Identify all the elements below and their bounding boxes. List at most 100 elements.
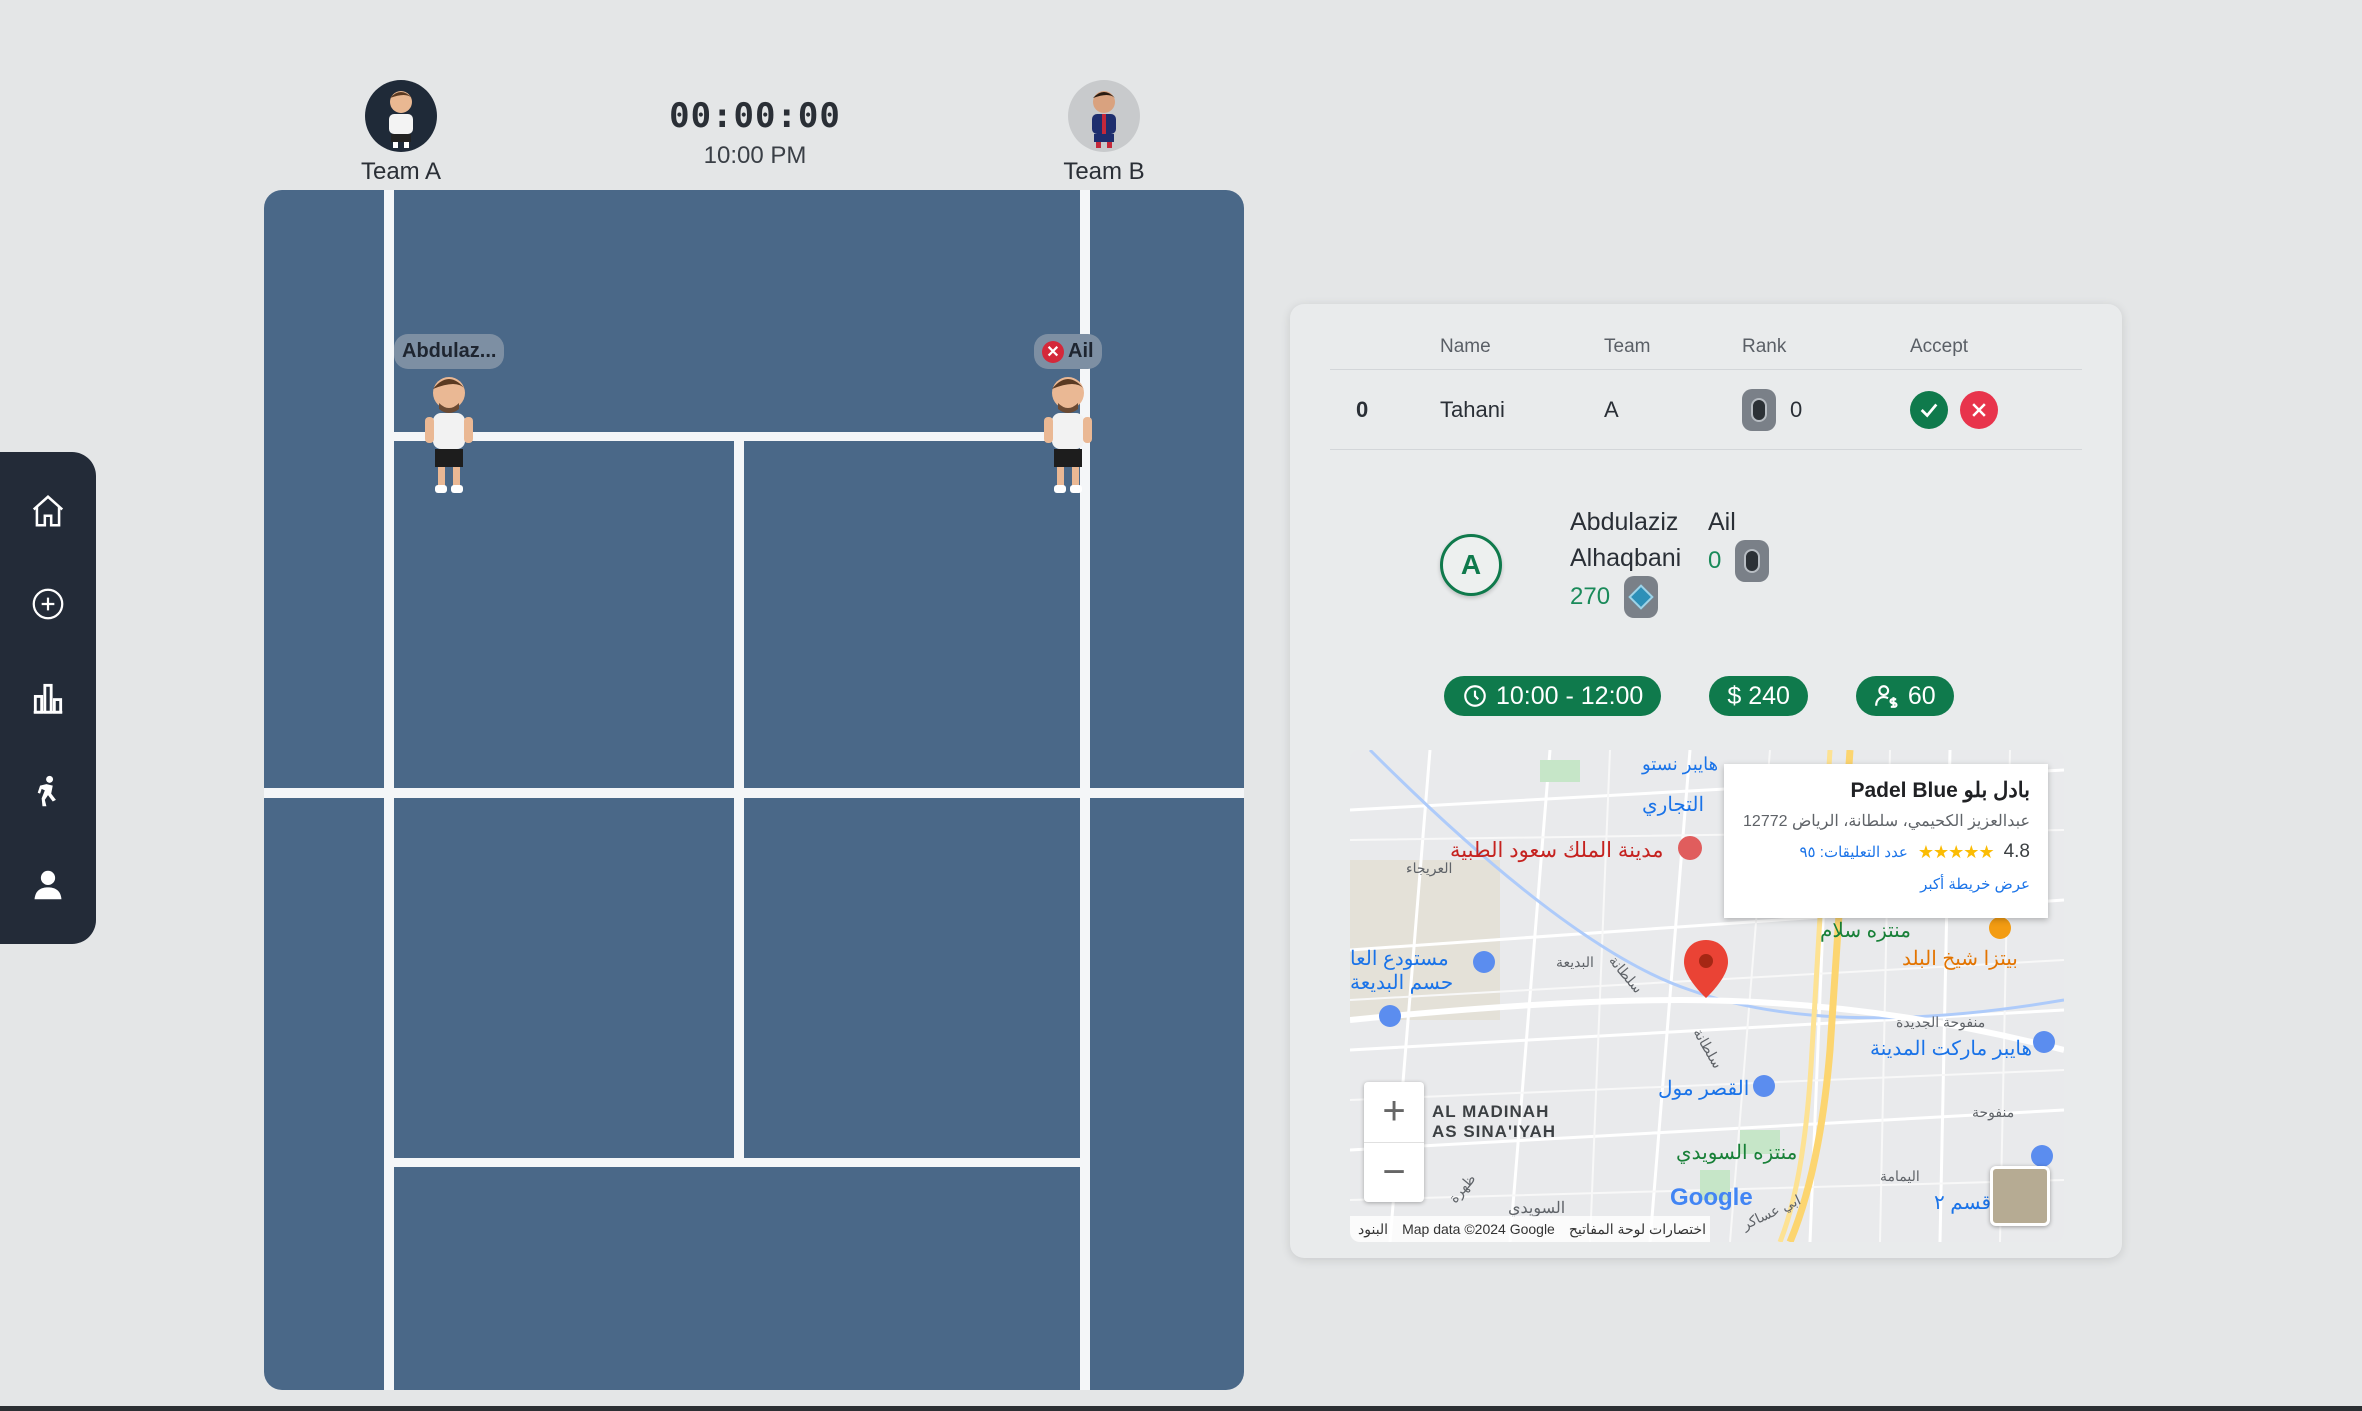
match-details-panel: Name Team Rank Accept 0 Tahani A 0 A Abd… bbox=[1290, 304, 2122, 1258]
zoom-out-button[interactable]: − bbox=[1364, 1143, 1424, 1203]
time-range: 10:00 - 12:00 bbox=[1496, 681, 1644, 710]
map-label-pizza: بيتزا شيخ البلد bbox=[1902, 948, 2018, 970]
map-label-hyper: هايبر ماركت المدينة bbox=[1870, 1038, 2033, 1060]
team-b-avatar[interactable] bbox=[1068, 80, 1140, 152]
player-tag: Abdulaz... bbox=[394, 334, 505, 369]
reviews-link[interactable]: عدد التعليقات: ٩٥ bbox=[1799, 843, 1907, 861]
row-index: 0 bbox=[1356, 396, 1369, 422]
rating-value: 4.8 bbox=[2003, 841, 2030, 862]
sidebar-item-profile[interactable] bbox=[20, 857, 76, 913]
match-timer: 00:00:00 10:00 PM bbox=[640, 96, 870, 170]
member-1-first-name: Abdulaziz bbox=[1570, 508, 1679, 536]
team-badge: A bbox=[1440, 534, 1502, 596]
map-label-hyper-2: هايبر نستو bbox=[1642, 754, 1719, 774]
team-b-header: Team B bbox=[1044, 80, 1164, 186]
map-label-suwaidi: السويدي bbox=[1508, 1200, 1566, 1217]
map-label-yamama: اليمامة bbox=[1880, 1168, 1920, 1184]
team-a-label: Team A bbox=[360, 158, 442, 185]
view-larger-map-link[interactable]: عرض خريطة أكبر bbox=[1742, 875, 2030, 893]
place-info-card: بادل بلو Padel Blue عبدالعزيز الكحيمي، س… bbox=[1724, 764, 2048, 918]
member-2-name: Ail bbox=[1708, 508, 1736, 536]
place-rating: 4.8 ★★★★★ عدد التعليقات: ٩٥ bbox=[1742, 841, 2030, 863]
price-chip: $ 240 bbox=[1709, 676, 1808, 716]
map-data-credit: Map data ©2024 Google bbox=[1402, 1221, 1555, 1237]
timer-clock: 00:00:00 bbox=[669, 96, 841, 136]
diamond-rank-icon bbox=[1624, 576, 1659, 618]
map-label-al-madinah: AL MADINAH bbox=[1432, 1102, 1550, 1121]
map-terms-link[interactable]: البنود bbox=[1358, 1221, 1388, 1238]
players-chip: 60 bbox=[1855, 676, 1954, 716]
map-label-hospital: مدينة الملك سعود الطبية bbox=[1450, 839, 1664, 862]
close-icon bbox=[1972, 402, 1986, 417]
plus-circle-icon bbox=[32, 589, 64, 620]
home-icon bbox=[32, 494, 64, 527]
satellite-view-button[interactable] bbox=[1990, 1166, 2050, 1226]
player-tag: ✕ Ail bbox=[1034, 334, 1102, 369]
sidebar bbox=[0, 452, 96, 944]
player-ail[interactable]: ✕ Ail bbox=[1034, 334, 1102, 499]
map-zoom-controls: + − bbox=[1364, 1082, 1424, 1202]
user-icon bbox=[34, 870, 62, 900]
player-icon bbox=[37, 775, 56, 806]
member-1-score: 270 bbox=[1570, 583, 1611, 610]
member-1-last-name: Alhaqbani bbox=[1570, 544, 1682, 572]
place-address: عبدالعزيز الكحيمي، سلطانة، الرياض 12772 bbox=[1743, 813, 2030, 830]
bar-chart-icon bbox=[33, 683, 63, 714]
team-b-label: Team B bbox=[1063, 158, 1145, 185]
map-label-ureija: العريجاء bbox=[1406, 860, 1453, 876]
map-label-qasr: القصر مول bbox=[1658, 1078, 1750, 1100]
rank-icon bbox=[1742, 388, 1776, 431]
players-count: 60 bbox=[1907, 681, 1936, 710]
map-attribution: البنود Map data ©2024 Google اختصارات لو… bbox=[1350, 1216, 1710, 1242]
center-line bbox=[734, 436, 744, 1162]
team-card: A Abdulaziz Alhaqbani 270 Ail 0 bbox=[1440, 504, 1960, 634]
sidebar-item-home[interactable] bbox=[20, 483, 76, 539]
map-label-salam-park: منتزه سلام bbox=[1820, 920, 1911, 942]
match-time: 10:00 PM bbox=[703, 142, 807, 169]
accept-button[interactable] bbox=[1910, 390, 1948, 429]
team-a-avatar[interactable] bbox=[365, 80, 437, 152]
header-team: Team bbox=[1604, 335, 1651, 357]
reject-button[interactable] bbox=[1960, 390, 1998, 429]
member-1: Abdulaziz Alhaqbani 270 bbox=[1570, 504, 1681, 618]
map-label-badia: البديعة bbox=[1556, 954, 1594, 970]
player-avatar bbox=[425, 377, 474, 493]
user-money-icon bbox=[1874, 685, 1898, 708]
table-row: 0 Tahani A 0 bbox=[1330, 370, 2082, 450]
place-title: بادل بلو Padel Blue bbox=[1850, 779, 2030, 802]
location-map[interactable]: مدينة الملك سعود الطبية التجاري منتزه سل… bbox=[1350, 750, 2064, 1242]
player-abdulaziz[interactable]: Abdulaz... bbox=[394, 334, 505, 499]
match-info-chips: 10:00 - 12:00 $ 240 60 bbox=[1444, 676, 1954, 716]
clock-icon bbox=[1464, 685, 1486, 707]
player-name: Ail bbox=[1068, 340, 1094, 362]
check-icon bbox=[1920, 403, 1938, 418]
keyboard-shortcuts-link[interactable]: اختصارات لوحة المفاتيح bbox=[1569, 1221, 1706, 1238]
header-rank: Rank bbox=[1742, 335, 1787, 357]
sidebar-item-rankings[interactable] bbox=[20, 670, 76, 726]
row-team: A bbox=[1604, 396, 1619, 422]
map-label-tijari: التجاري bbox=[1642, 794, 1705, 816]
sidebar-item-create[interactable] bbox=[20, 576, 76, 632]
zoom-in-button[interactable]: + bbox=[1364, 1082, 1424, 1143]
map-label-manfuha: منفوحة bbox=[1972, 1104, 2015, 1120]
remove-player-icon[interactable]: ✕ bbox=[1042, 340, 1064, 363]
bottom-border bbox=[0, 1406, 2362, 1411]
google-logo: Google bbox=[1670, 1184, 1753, 1211]
map-label-qism: قسم ٢ bbox=[1934, 1192, 1992, 1214]
rating-stars: ★★★★★ bbox=[1917, 841, 1995, 862]
map-label-hasm: حسم البديعة bbox=[1350, 972, 1454, 994]
header-accept: Accept bbox=[1910, 335, 1969, 357]
rank-icon bbox=[1735, 540, 1770, 582]
map-label-manfuha-new: منفوحة الجديدة bbox=[1896, 1014, 1986, 1030]
padel-court: Abdulaz... ✕ Ail bbox=[264, 190, 1244, 1390]
map-label-as-sinaiyah: AS SINA'IYAH bbox=[1432, 1122, 1557, 1141]
join-requests-table: Name Team Rank Accept 0 Tahani A 0 bbox=[1330, 324, 2082, 450]
row-rank: 0 bbox=[1790, 396, 1803, 422]
map-label-warehouse: مستودع العا bbox=[1350, 948, 1449, 970]
team-a-header: Team A bbox=[341, 80, 461, 186]
header-name: Name bbox=[1440, 335, 1491, 357]
sidebar-item-play[interactable] bbox=[20, 764, 76, 820]
player-name: Abdulaz... bbox=[402, 340, 497, 362]
price-value: $ 240 bbox=[1727, 681, 1790, 710]
map-label-suwaidi-park: منتزه السويدي bbox=[1676, 1142, 1798, 1164]
